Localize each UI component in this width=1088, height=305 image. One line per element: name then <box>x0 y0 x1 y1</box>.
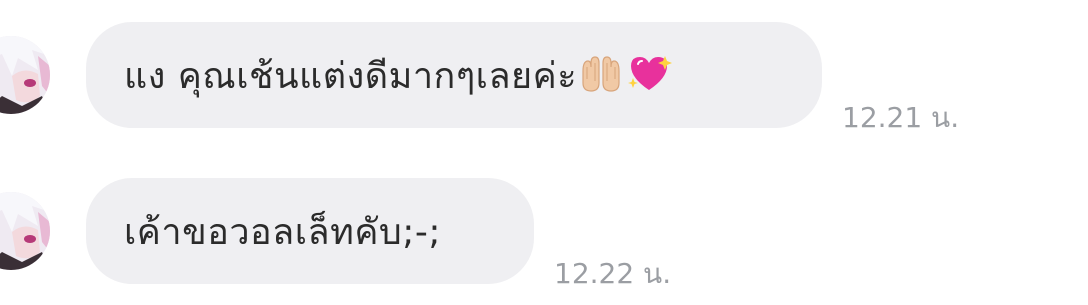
message-timestamp: 12.22 น. <box>554 257 672 290</box>
avatar[interactable] <box>0 192 50 270</box>
message-text: แง คุณเช้นแต่งดีมากๆเลยค่ะ <box>124 55 578 97</box>
sparkling-heart-emoji <box>625 52 673 98</box>
message-row: เค้าขอวอลเล็ทคับ;-; 12.22 น. <box>0 178 1088 290</box>
message-bubble[interactable]: เค้าขอวอลเล็ทคับ;-; <box>86 178 534 284</box>
avatar-image <box>0 192 50 270</box>
message-row: แง คุณเช้นแต่งดีมากๆเลยค่ะ 12.21 น. <box>0 22 1088 134</box>
message-text: เค้าขอวอลเล็ทคับ;-; <box>124 211 442 253</box>
message-timestamp: 12.21 น. <box>842 101 960 134</box>
palms-up-together-emoji <box>579 53 623 97</box>
avatar-image <box>0 36 50 114</box>
message-bubble[interactable]: แง คุณเช้นแต่งดีมากๆเลยค่ะ <box>86 22 822 128</box>
chat-thread: แง คุณเช้นแต่งดีมากๆเลยค่ะ 12.21 น. เค้า… <box>0 0 1088 305</box>
avatar[interactable] <box>0 36 50 114</box>
